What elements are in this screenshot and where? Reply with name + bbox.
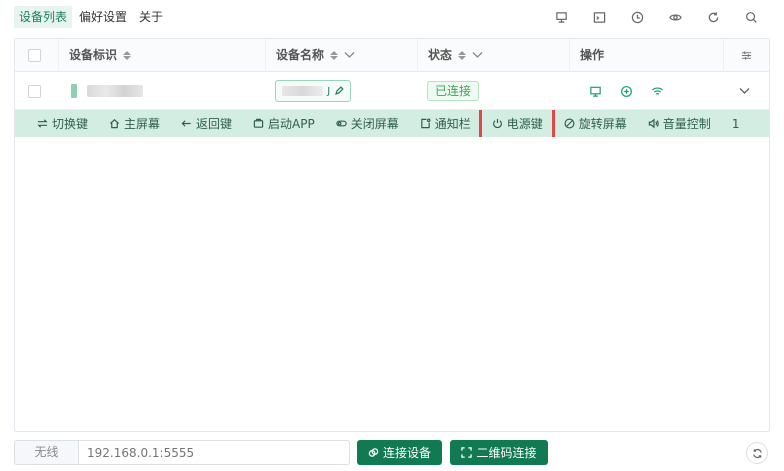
scan-frame-icon xyxy=(461,447,473,458)
main-nav: 设备列表 偏好设置 关于 xyxy=(14,6,168,28)
switch-key-label: 切换键 xyxy=(52,117,89,131)
ip-address-input[interactable] xyxy=(78,440,350,465)
power-key-label: 电源键 xyxy=(506,117,543,131)
power-key-button[interactable]: 电源键 xyxy=(478,110,555,137)
col-device-name[interactable]: 设备名称 xyxy=(266,39,418,72)
tab-about[interactable]: 关于 xyxy=(134,6,168,28)
switch-icon xyxy=(37,119,48,128)
select-all-cell xyxy=(15,39,59,72)
close-screen-label: 关闭屏幕 xyxy=(350,117,399,131)
terminal-icon[interactable] xyxy=(580,8,618,26)
rotate-icon xyxy=(564,118,575,129)
mirror-screen-icon[interactable] xyxy=(589,85,602,98)
pin-icon[interactable] xyxy=(542,8,580,26)
ops-cell xyxy=(589,72,664,110)
home-screen-button[interactable]: 主屏幕 xyxy=(109,115,160,132)
add-circle-icon[interactable] xyxy=(620,85,633,98)
device-table: 设备标识 设备名称 状态 操作 J 已连接 切换键 主屏幕 返回键 启动APP … xyxy=(14,38,770,432)
sync-icon xyxy=(752,448,762,458)
refresh-icon[interactable] xyxy=(694,8,732,26)
connect-device-label: 连接设备 xyxy=(382,446,431,460)
volume-icon xyxy=(648,118,659,129)
power-icon xyxy=(492,118,502,129)
edit-icon[interactable] xyxy=(334,86,344,96)
app-icon xyxy=(253,118,264,128)
link-icon xyxy=(368,448,379,457)
status-badge: 已连接 xyxy=(427,81,480,101)
rotate-screen-button[interactable]: 旋转屏幕 xyxy=(564,115,627,132)
sort-icon[interactable] xyxy=(330,51,339,60)
search-icon[interactable] xyxy=(732,8,770,26)
tab-preferences[interactable]: 偏好设置 xyxy=(74,6,132,28)
qr-connect-label: 二维码连接 xyxy=(476,446,537,460)
more-actions-label: 1 xyxy=(731,116,740,131)
filter-chevron-icon[interactable] xyxy=(472,39,483,72)
tab-device-list[interactable]: 设备列表 xyxy=(14,6,73,28)
bottom-bar: 无线 连接设备 二维码连接 xyxy=(14,440,770,466)
volume-control-button[interactable]: 音量控制 xyxy=(648,115,711,132)
sort-icon[interactable] xyxy=(123,51,132,60)
row-ops xyxy=(589,85,664,98)
row-checkbox[interactable] xyxy=(28,84,41,98)
top-bar: 设备列表 偏好设置 关于 xyxy=(0,0,784,34)
expand-cell xyxy=(739,72,750,110)
volume-control-label: 音量控制 xyxy=(662,117,711,131)
home-screen-label: 主屏幕 xyxy=(124,117,161,131)
chevron-down-icon[interactable] xyxy=(739,87,750,95)
status-cell: 已连接 xyxy=(427,72,480,110)
row-select-cell xyxy=(28,72,41,110)
refresh-devices-button[interactable] xyxy=(746,442,768,464)
device-name-tag[interactable]: J xyxy=(275,80,351,102)
table-row[interactable]: J 已连接 xyxy=(15,72,769,110)
device-action-bar: 切换键 主屏幕 返回键 启动APP 关闭屏幕 通知栏 电源键 旋转屏幕 音量控制… xyxy=(15,110,769,137)
column-settings-icon[interactable] xyxy=(741,50,752,61)
switch-key-button[interactable]: 切换键 xyxy=(37,115,88,132)
notification-bar-label: 通知栏 xyxy=(434,117,471,131)
launch-app-button[interactable]: 启动APP xyxy=(253,115,315,132)
device-id-redacted xyxy=(71,84,143,98)
rotate-screen-label: 旋转屏幕 xyxy=(578,117,627,131)
notification-bar-button[interactable]: 通知栏 xyxy=(420,115,471,132)
clock-icon[interactable] xyxy=(618,8,656,26)
notification-icon xyxy=(420,118,431,129)
sort-icon[interactable] xyxy=(458,51,467,60)
device-name-suffix: J xyxy=(327,85,331,97)
col-device-id-label: 设备标识 xyxy=(69,48,118,62)
col-ops-label: 操作 xyxy=(580,48,605,62)
device-id-cell xyxy=(71,72,143,110)
qr-connect-button[interactable]: 二维码连接 xyxy=(450,440,548,465)
col-device-name-label: 设备名称 xyxy=(276,48,325,62)
col-status-label: 状态 xyxy=(428,48,453,62)
connect-device-button[interactable]: 连接设备 xyxy=(357,440,442,465)
col-ops: 操作 xyxy=(570,39,724,72)
column-settings-cell xyxy=(724,39,769,72)
back-key-button[interactable]: 返回键 xyxy=(181,115,232,132)
connection-mode-label[interactable]: 无线 xyxy=(14,440,78,465)
col-device-id[interactable]: 设备标识 xyxy=(59,39,266,72)
table-header: 设备标识 设备名称 状态 操作 xyxy=(15,39,769,72)
back-arrow-icon xyxy=(181,120,191,127)
col-status[interactable]: 状态 xyxy=(418,39,570,72)
toggle-icon xyxy=(336,120,347,127)
home-icon xyxy=(109,119,120,129)
device-name-cell: J xyxy=(275,72,351,110)
launch-app-label: 启动APP xyxy=(268,117,315,131)
filter-chevron-icon[interactable] xyxy=(344,39,355,72)
back-key-label: 返回键 xyxy=(196,117,233,131)
close-screen-button[interactable]: 关闭屏幕 xyxy=(336,115,399,132)
toolbar-icons xyxy=(542,8,770,26)
device-name-redacted xyxy=(282,86,324,96)
eye-icon[interactable] xyxy=(656,8,694,26)
select-all-checkbox[interactable] xyxy=(28,49,41,62)
more-actions-indicator[interactable]: 1 xyxy=(732,117,740,131)
wifi-icon[interactable] xyxy=(651,85,664,98)
